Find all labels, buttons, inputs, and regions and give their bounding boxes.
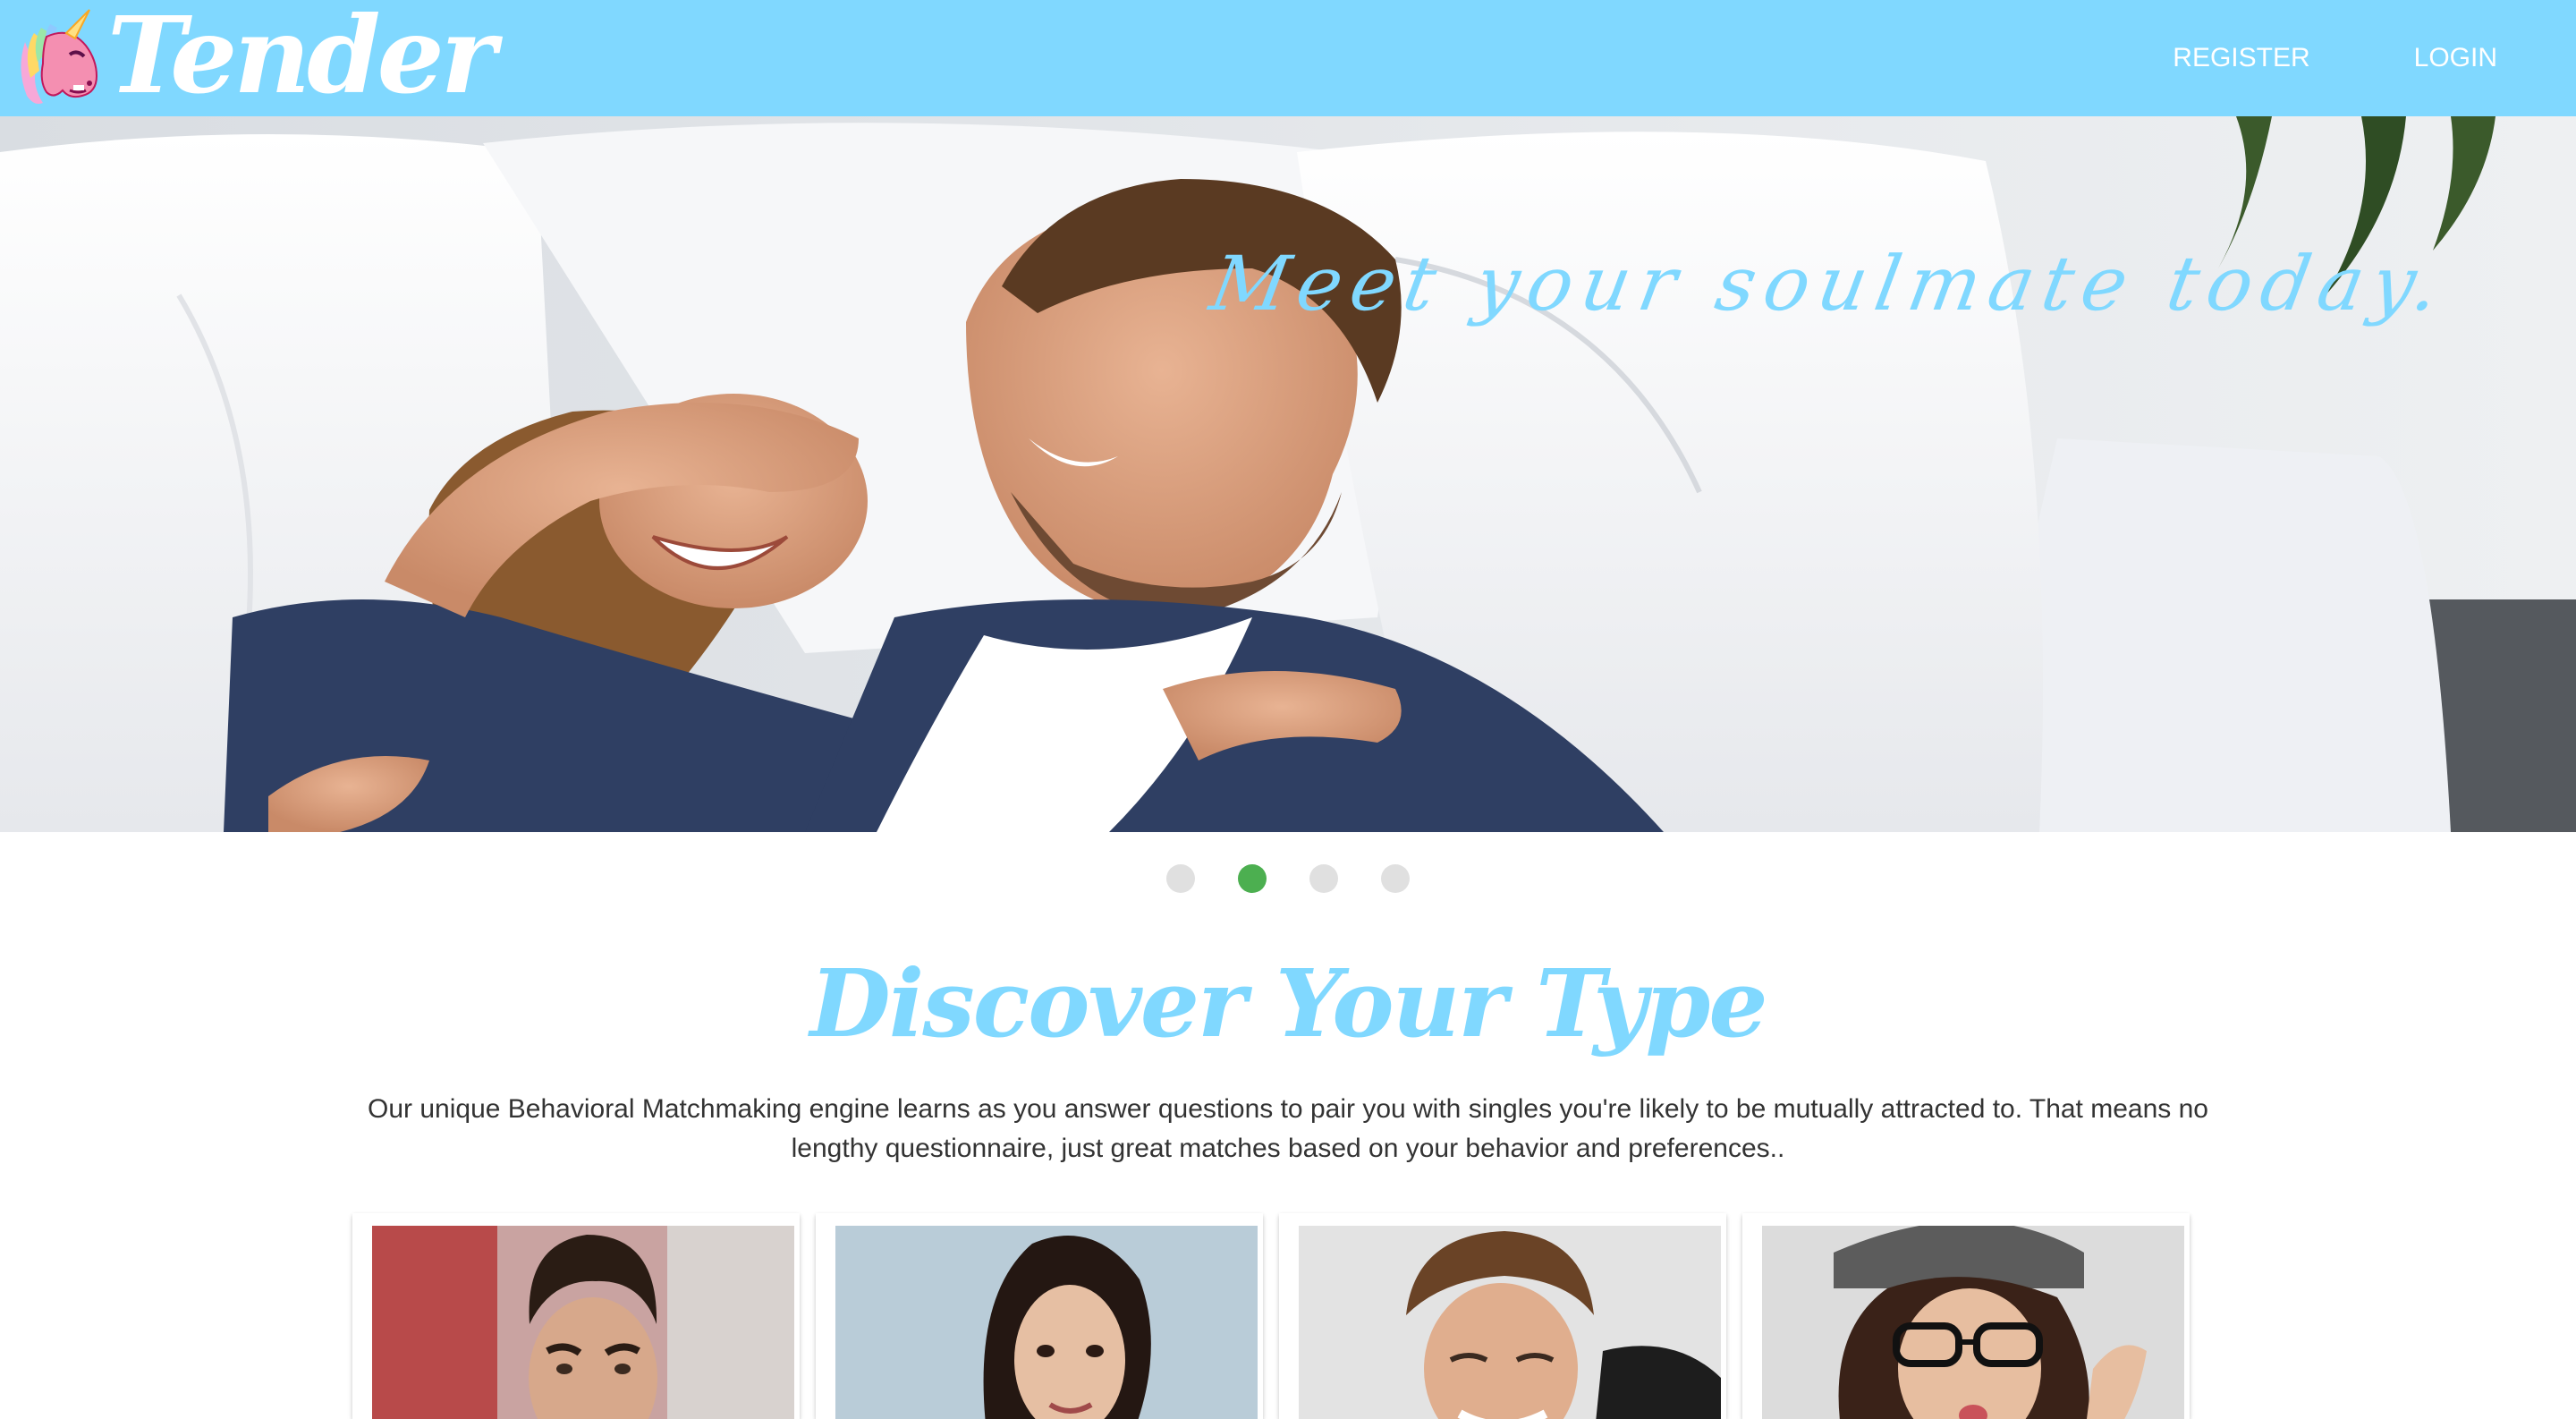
profile-card-image bbox=[835, 1226, 1258, 1419]
hero-slide-image bbox=[0, 116, 2576, 832]
profile-card[interactable] bbox=[1279, 1213, 1726, 1419]
profile-photo-woman-2 bbox=[1762, 1226, 2184, 1419]
brand-logo-link[interactable]: Tender bbox=[7, 0, 496, 117]
hero-carousel[interactable]: Meet your soulmate today. bbox=[0, 116, 2576, 832]
profile-card[interactable] bbox=[1742, 1213, 2190, 1419]
unicorn-logo-icon bbox=[21, 9, 98, 104]
profile-card[interactable] bbox=[352, 1213, 800, 1419]
profile-photo-man-1 bbox=[372, 1226, 794, 1419]
profile-card-image bbox=[1762, 1226, 2184, 1419]
carousel-indicator-1[interactable] bbox=[1166, 864, 1195, 893]
carousel-indicators bbox=[0, 864, 2576, 893]
navbar: Tender REGISTER LOGIN bbox=[0, 0, 2576, 116]
profile-card-image bbox=[1299, 1226, 1721, 1419]
carousel-indicator-3[interactable] bbox=[1309, 864, 1338, 893]
brand-name: Tender bbox=[107, 0, 496, 117]
carousel-indicator-4[interactable] bbox=[1381, 864, 1410, 893]
profile-photo-man-2 bbox=[1299, 1226, 1721, 1419]
profile-card-image bbox=[372, 1226, 794, 1419]
login-link[interactable]: LOGIN bbox=[2362, 0, 2576, 116]
register-link[interactable]: REGISTER bbox=[2121, 0, 2361, 116]
profile-photo-woman-1 bbox=[835, 1226, 1258, 1419]
discover-description: Our unique Behavioral Matchmaking engine… bbox=[368, 1094, 2208, 1163]
carousel-indicator-2[interactable] bbox=[1238, 864, 1267, 893]
profile-cards bbox=[352, 1213, 2190, 1419]
profile-card[interactable] bbox=[816, 1213, 1263, 1419]
discover-title: Discover Your Type bbox=[809, 948, 1768, 1058]
hero-caption: Meet your soulmate today. bbox=[1204, 240, 2455, 327]
nav-links: REGISTER LOGIN bbox=[2121, 0, 2576, 116]
